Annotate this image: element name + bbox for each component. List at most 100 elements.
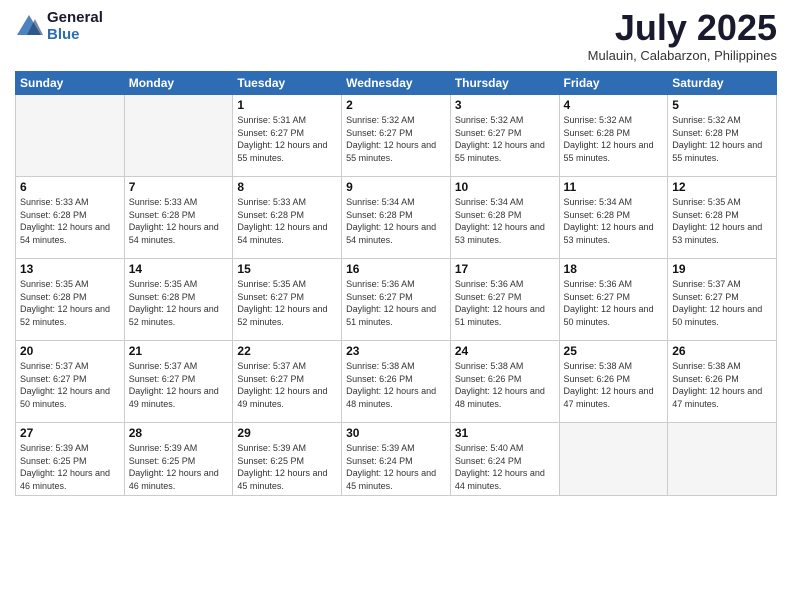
- day-number: 31: [455, 426, 555, 440]
- calendar-cell: 15 Sunrise: 5:35 AM Sunset: 6:27 PM Dayli…: [233, 259, 342, 341]
- calendar-cell: 8 Sunrise: 5:33 AM Sunset: 6:28 PM Daylig…: [233, 177, 342, 259]
- calendar-cell: 20 Sunrise: 5:37 AM Sunset: 6:27 PM Dayli…: [16, 341, 125, 423]
- day-number: 29: [237, 426, 337, 440]
- calendar-cell: 16Sunrise: 5:36 AM Sunset: 6:27 PM Dayli…: [342, 259, 451, 341]
- day-info: Sunrise: 5:32 AM Sunset: 6:28 PM Dayligh…: [564, 114, 664, 164]
- day-number: 26: [672, 344, 772, 358]
- calendar-cell: 5 Sunrise: 5:32 AM Sunset: 6:28 PM Daylig…: [668, 95, 777, 177]
- day-number: 20: [20, 344, 120, 358]
- calendar-cell: 23Sunrise: 5:38 AM Sunset: 6:26 PM Dayli…: [342, 341, 451, 423]
- day-number: 17: [455, 262, 555, 276]
- day-number: 5: [672, 98, 772, 112]
- calendar-cell: [668, 423, 777, 496]
- day-info: Sunrise: 5:38 AM Sunset: 6:26 PM Dayligh…: [455, 360, 555, 410]
- day-info: Sunrise: 5:34 AM Sunset: 6:28 PM Dayligh…: [564, 196, 664, 246]
- weekday-header-tuesday: Tuesday: [233, 72, 342, 95]
- day-number: 25: [564, 344, 664, 358]
- calendar-cell: 31 Sunrise: 5:40 AM Sunset: 6:24 PM Dayli…: [450, 423, 559, 496]
- day-info: Sunrise: 5:39 AM Sunset: 6:25 PM Dayligh…: [129, 442, 229, 492]
- calendar-cell: 19 Sunrise: 5:37 AM Sunset: 6:27 PM Dayli…: [668, 259, 777, 341]
- day-number: 10: [455, 180, 555, 194]
- week-row-2: 13 Sunrise: 5:35 AM Sunset: 6:28 PM Dayli…: [16, 259, 777, 341]
- day-info: Sunrise: 5:37 AM Sunset: 6:27 PM Dayligh…: [672, 278, 772, 328]
- day-info: Sunrise: 5:34 AM Sunset: 6:28 PM Dayligh…: [346, 196, 446, 246]
- weekday-header-thursday: Thursday: [450, 72, 559, 95]
- month-title: July 2025: [588, 10, 777, 46]
- calendar-cell: 4 Sunrise: 5:32 AM Sunset: 6:28 PM Daylig…: [559, 95, 668, 177]
- day-number: 7: [129, 180, 229, 194]
- day-info: Sunrise: 5:39 AM Sunset: 6:25 PM Dayligh…: [20, 442, 120, 492]
- day-info: Sunrise: 5:35 AM Sunset: 6:27 PM Dayligh…: [237, 278, 337, 328]
- week-row-0: 1 Sunrise: 5:31 AM Sunset: 6:27 PM Daylig…: [16, 95, 777, 177]
- weekday-header-monday: Monday: [124, 72, 233, 95]
- calendar-cell: 24 Sunrise: 5:38 AM Sunset: 6:26 PM Dayli…: [450, 341, 559, 423]
- day-info: Sunrise: 5:35 AM Sunset: 6:28 PM Dayligh…: [20, 278, 120, 328]
- calendar-cell: 1 Sunrise: 5:31 AM Sunset: 6:27 PM Daylig…: [233, 95, 342, 177]
- calendar-cell: 28 Sunrise: 5:39 AM Sunset: 6:25 PM Dayli…: [124, 423, 233, 496]
- calendar-cell: 18 Sunrise: 5:36 AM Sunset: 6:27 PM Dayli…: [559, 259, 668, 341]
- day-info: Sunrise: 5:38 AM Sunset: 6:26 PM Dayligh…: [564, 360, 664, 410]
- logo-blue: Blue: [47, 27, 103, 44]
- day-number: 16: [346, 262, 446, 276]
- weekday-header-row: SundayMondayTuesdayWednesdayThursdayFrid…: [16, 72, 777, 95]
- day-info: Sunrise: 5:36 AM Sunset: 6:27 PM Dayligh…: [564, 278, 664, 328]
- day-info: Sunrise: 5:32 AM Sunset: 6:28 PM Dayligh…: [672, 114, 772, 164]
- day-info: Sunrise: 5:34 AM Sunset: 6:28 PM Dayligh…: [455, 196, 555, 246]
- day-info: Sunrise: 5:35 AM Sunset: 6:28 PM Dayligh…: [129, 278, 229, 328]
- day-number: 15: [237, 262, 337, 276]
- day-number: 11: [564, 180, 664, 194]
- weekday-header-saturday: Saturday: [668, 72, 777, 95]
- day-number: 19: [672, 262, 772, 276]
- week-row-4: 27 Sunrise: 5:39 AM Sunset: 6:25 PM Dayli…: [16, 423, 777, 496]
- header: General Blue July 2025 Mulauin, Calabarz…: [15, 10, 777, 63]
- calendar-cell: 26 Sunrise: 5:38 AM Sunset: 6:26 PM Dayli…: [668, 341, 777, 423]
- calendar-cell: 3Sunrise: 5:32 AM Sunset: 6:27 PM Daylig…: [450, 95, 559, 177]
- calendar-cell: 9 Sunrise: 5:34 AM Sunset: 6:28 PM Daylig…: [342, 177, 451, 259]
- day-number: 13: [20, 262, 120, 276]
- day-number: 28: [129, 426, 229, 440]
- day-number: 24: [455, 344, 555, 358]
- day-number: 30: [346, 426, 446, 440]
- calendar-cell: 13 Sunrise: 5:35 AM Sunset: 6:28 PM Dayli…: [16, 259, 125, 341]
- title-block: July 2025 Mulauin, Calabarzon, Philippin…: [588, 10, 777, 63]
- day-number: 4: [564, 98, 664, 112]
- logo-general: General: [47, 10, 103, 27]
- week-row-3: 20 Sunrise: 5:37 AM Sunset: 6:27 PM Dayli…: [16, 341, 777, 423]
- calendar-cell: 22Sunrise: 5:37 AM Sunset: 6:27 PM Dayli…: [233, 341, 342, 423]
- day-info: Sunrise: 5:38 AM Sunset: 6:26 PM Dayligh…: [672, 360, 772, 410]
- day-number: 8: [237, 180, 337, 194]
- day-info: Sunrise: 5:33 AM Sunset: 6:28 PM Dayligh…: [237, 196, 337, 246]
- day-info: Sunrise: 5:32 AM Sunset: 6:27 PM Dayligh…: [346, 114, 446, 164]
- day-info: Sunrise: 5:31 AM Sunset: 6:27 PM Dayligh…: [237, 114, 337, 164]
- day-info: Sunrise: 5:35 AM Sunset: 6:28 PM Dayligh…: [672, 196, 772, 246]
- day-info: Sunrise: 5:33 AM Sunset: 6:28 PM Dayligh…: [129, 196, 229, 246]
- calendar-cell: [124, 95, 233, 177]
- day-number: 14: [129, 262, 229, 276]
- day-number: 1: [237, 98, 337, 112]
- day-number: 18: [564, 262, 664, 276]
- calendar-cell: 12Sunrise: 5:35 AM Sunset: 6:28 PM Dayli…: [668, 177, 777, 259]
- day-info: Sunrise: 5:39 AM Sunset: 6:24 PM Dayligh…: [346, 442, 446, 492]
- calendar-cell: 27 Sunrise: 5:39 AM Sunset: 6:25 PM Dayli…: [16, 423, 125, 496]
- calendar-cell: 6Sunrise: 5:33 AM Sunset: 6:28 PM Daylig…: [16, 177, 125, 259]
- day-info: Sunrise: 5:36 AM Sunset: 6:27 PM Dayligh…: [455, 278, 555, 328]
- week-row-1: 6 Sunrise: 5:33 AM Sunset: 6:28 PM Daylig…: [16, 177, 777, 259]
- day-number: 22: [237, 344, 337, 358]
- calendar-cell: 21Sunrise: 5:37 AM Sunset: 6:27 PM Dayli…: [124, 341, 233, 423]
- location: Mulauin, Calabarzon, Philippines: [588, 48, 777, 63]
- calendar-cell: 25 Sunrise: 5:38 AM Sunset: 6:26 PM Dayli…: [559, 341, 668, 423]
- day-number: 2: [346, 98, 446, 112]
- calendar-cell: 11 Sunrise: 5:34 AM Sunset: 6:28 PM Dayli…: [559, 177, 668, 259]
- day-info: Sunrise: 5:40 AM Sunset: 6:24 PM Dayligh…: [455, 442, 555, 492]
- day-info: Sunrise: 5:32 AM Sunset: 6:27 PM Dayligh…: [455, 114, 555, 164]
- calendar-cell: 30 Sunrise: 5:39 AM Sunset: 6:24 PM Dayli…: [342, 423, 451, 496]
- day-number: 21: [129, 344, 229, 358]
- weekday-header-wednesday: Wednesday: [342, 72, 451, 95]
- weekday-header-friday: Friday: [559, 72, 668, 95]
- day-number: 9: [346, 180, 446, 194]
- day-number: 27: [20, 426, 120, 440]
- logo: General Blue: [15, 10, 103, 43]
- day-number: 6: [20, 180, 120, 194]
- calendar-cell: 14 Sunrise: 5:35 AM Sunset: 6:28 PM Dayli…: [124, 259, 233, 341]
- day-info: Sunrise: 5:37 AM Sunset: 6:27 PM Dayligh…: [20, 360, 120, 410]
